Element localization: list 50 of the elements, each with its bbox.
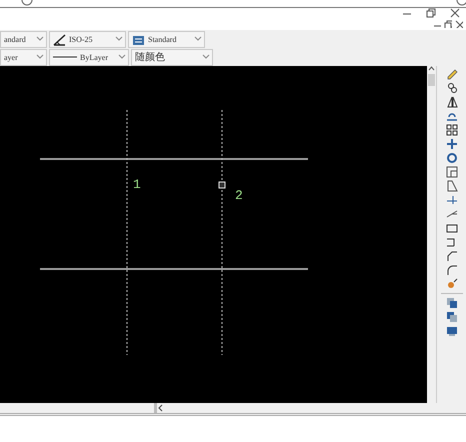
scroll-thumb[interactable]: [428, 74, 435, 86]
layers-button[interactable]: [446, 297, 458, 309]
layers-button[interactable]: [446, 311, 458, 323]
pencil-button[interactable]: [446, 68, 458, 80]
layers-icon: [446, 297, 458, 309]
chamfer-icon: [446, 250, 458, 262]
grid-button[interactable]: [446, 124, 458, 136]
restore-icon: [444, 20, 452, 28]
monitor-button[interactable]: [446, 325, 458, 337]
pencil-icon: [446, 68, 458, 80]
restore-button[interactable]: [444, 20, 452, 28]
chamfer-button[interactable]: [446, 250, 458, 262]
drawing-label: 1: [133, 177, 141, 192]
close-icon: [450, 8, 460, 18]
scroll-up-icon[interactable]: [428, 66, 435, 71]
scroll-left-icon[interactable]: [154, 403, 164, 413]
restore-button[interactable]: [426, 8, 436, 20]
dropdown[interactable]: andard: [0, 30, 47, 48]
dropdown[interactable]: ayer: [0, 48, 47, 66]
close-button[interactable]: [450, 8, 460, 20]
grip-square[interactable]: [218, 182, 226, 188]
line-sample: [53, 56, 77, 58]
dimension-icon: [53, 32, 66, 46]
scale-icon: [446, 166, 458, 178]
rectangle-icon: [446, 222, 458, 234]
dropdown[interactable]: Standard: [128, 30, 205, 48]
circles-icon: [446, 82, 458, 94]
scale-button[interactable]: [446, 166, 458, 178]
chevron-icon: [194, 36, 202, 42]
drawing-label: 2: [235, 188, 243, 203]
monitor-icon: [446, 325, 458, 337]
triangle-icon: [446, 96, 458, 108]
chevron-icon: [36, 36, 44, 42]
dropdown[interactable]: 随颜色: [131, 48, 213, 66]
rectangle-button[interactable]: [446, 222, 458, 234]
dropdown[interactable]: ISO-25: [49, 30, 126, 48]
layers-icon: [446, 311, 458, 323]
close-icon: [455, 20, 463, 28]
chevron-icon: [202, 54, 210, 60]
grid-icon: [446, 124, 458, 136]
dropdown[interactable]: ByLayer: [49, 48, 129, 66]
chevron-icon: [115, 36, 123, 42]
chevron-icon: [36, 54, 44, 60]
close-button[interactable]: [455, 20, 463, 28]
chevron-icon: [118, 54, 126, 60]
fillet-button[interactable]: [446, 264, 458, 276]
restore-icon: [426, 8, 436, 18]
circles-button[interactable]: [446, 82, 458, 94]
fillet-icon: [446, 264, 458, 276]
triangle-button[interactable]: [446, 96, 458, 108]
